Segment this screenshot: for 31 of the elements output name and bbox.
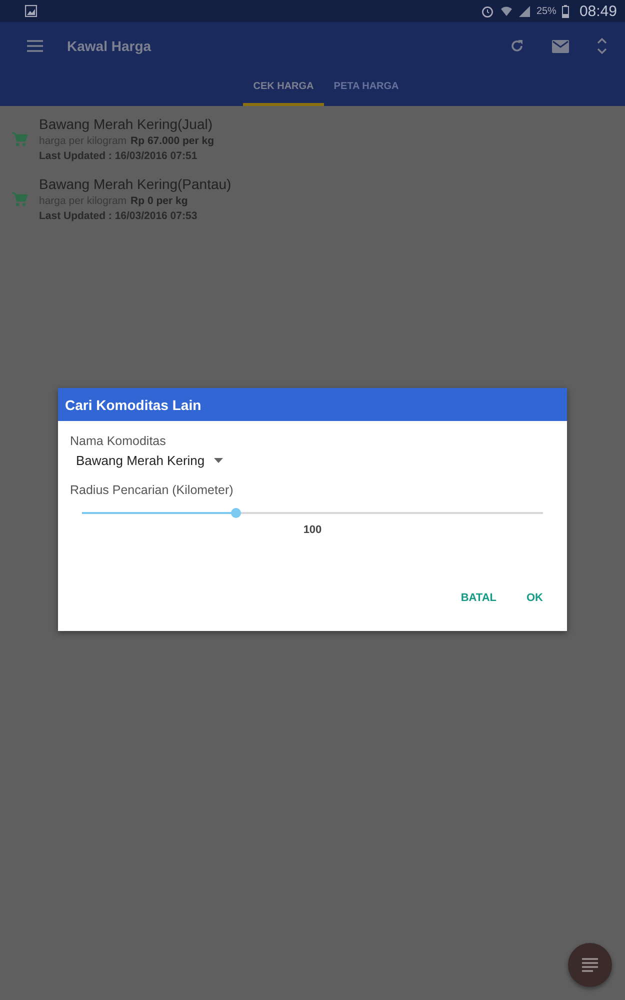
tab[interactable]: PETA HARGA — [324, 70, 409, 106]
cart-icon — [12, 132, 28, 147]
caret-icon — [214, 458, 223, 463]
refresh-icon[interactable] — [510, 39, 524, 53]
battery-icon — [562, 4, 570, 18]
list-fab[interactable] — [568, 943, 612, 987]
battery-percent: 25% — [536, 6, 556, 16]
field-label: Nama Komoditas — [70, 434, 167, 448]
radius-slider[interactable] — [82, 507, 543, 519]
expand-icon[interactable] — [597, 38, 607, 54]
dialog-button[interactable]: OK — [514, 586, 555, 610]
list-icon — [582, 958, 598, 972]
alarm-icon — [481, 4, 494, 18]
commodity-dropdown[interactable]: Bawang Merah Kering — [70, 448, 223, 468]
clock-time: 08:49 — [579, 2, 617, 20]
mail-icon[interactable] — [552, 40, 569, 52]
picture-icon — [25, 5, 37, 17]
item-name: Bawang Merah Kering(Jual) — [39, 115, 214, 134]
app-title: Kawal Harga — [67, 38, 152, 54]
menu-icon[interactable] — [27, 40, 43, 52]
dialog-button[interactable]: BATAL — [448, 586, 508, 610]
wifi-icon — [500, 5, 514, 17]
dialog-title: Cari Komoditas Lain — [58, 388, 567, 421]
price-value: Rp 67.000 per kg — [130, 135, 214, 147]
slider-value: 100 — [302, 524, 323, 536]
price-value: Rp 0 per kg — [130, 195, 188, 207]
signal-icon — [519, 6, 530, 16]
item-name: Bawang Merah Kering(Pantau) — [39, 175, 232, 194]
field-label: Radius Pencarian (Kilometer) — [70, 483, 234, 497]
tab[interactable]: CEK HARGA — [243, 70, 324, 106]
cart-icon — [12, 192, 28, 207]
